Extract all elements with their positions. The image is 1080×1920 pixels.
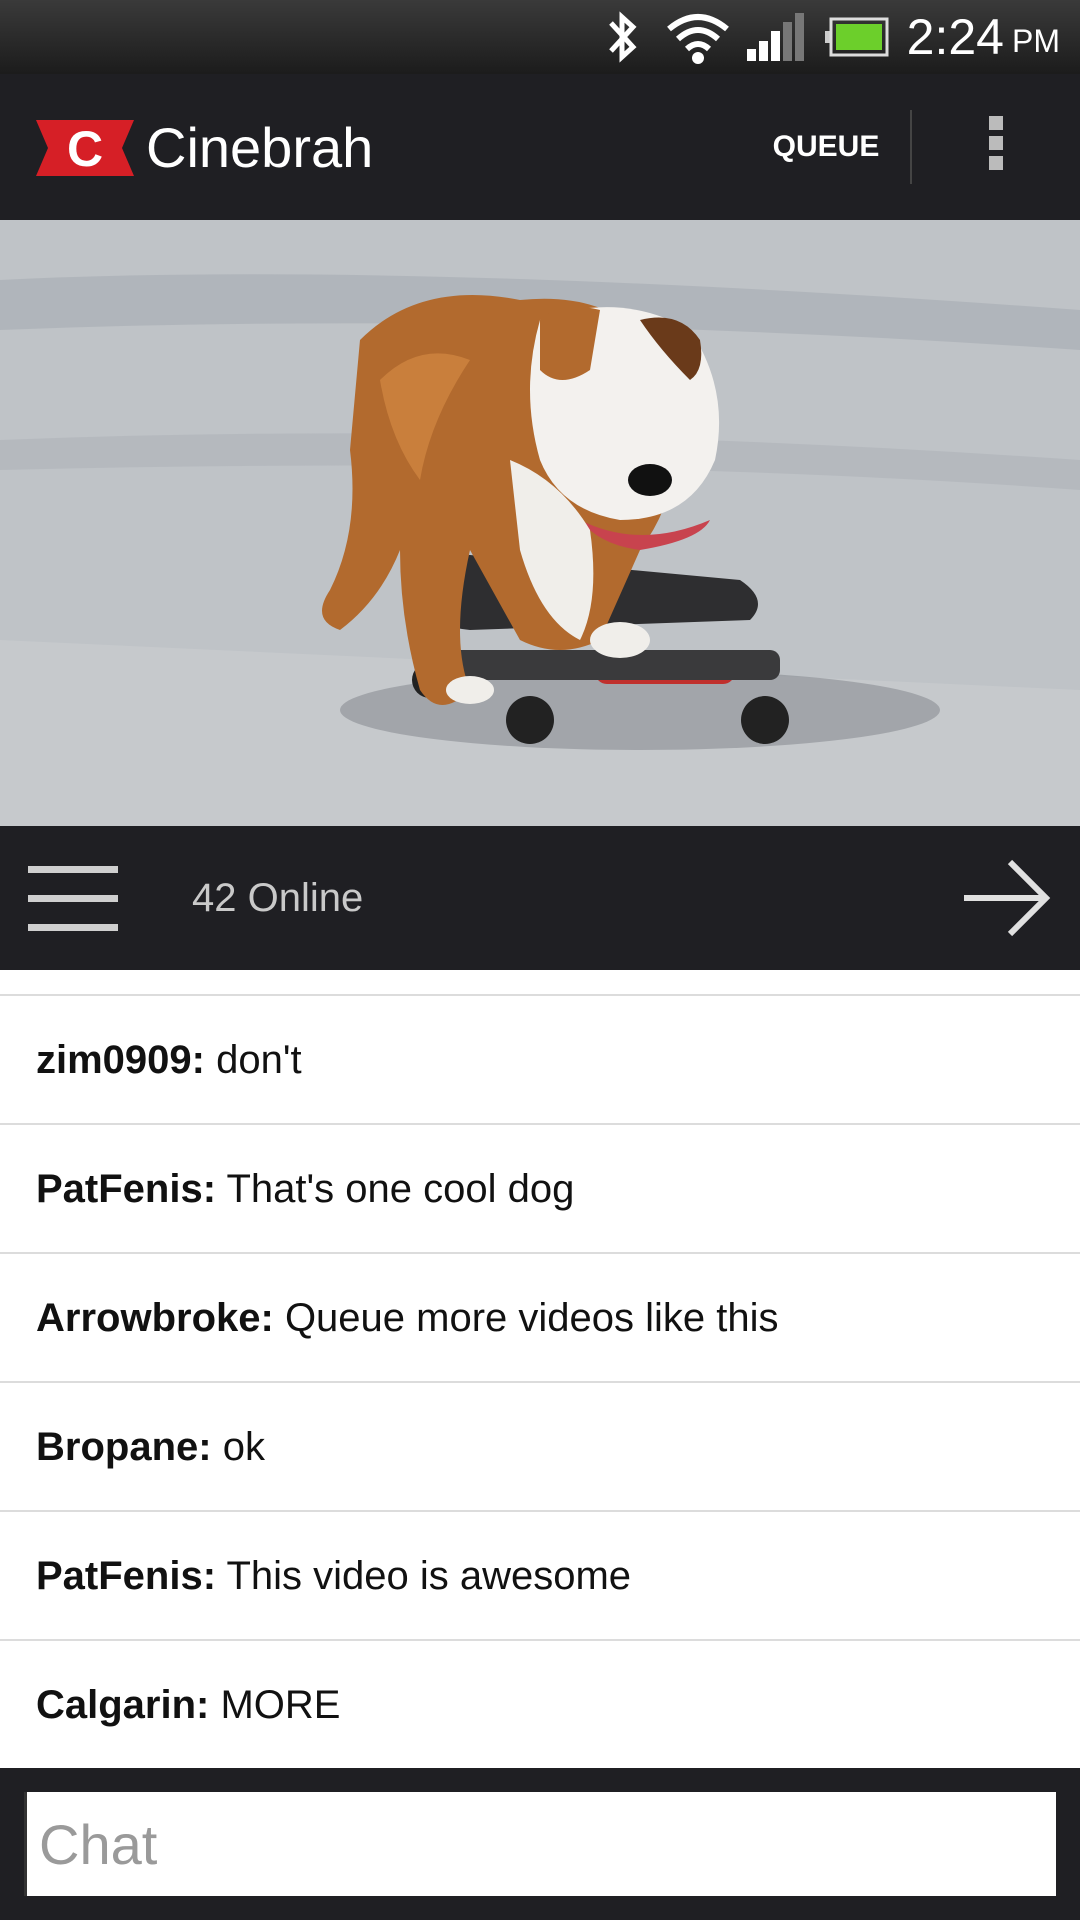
chat-username[interactable]: PatFenis: bbox=[36, 1167, 216, 1211]
chat-message: PatFenis: This video is awesome bbox=[0, 1512, 1080, 1641]
battery-icon bbox=[824, 17, 889, 57]
chat-text: This video is awesome bbox=[226, 1554, 632, 1598]
online-count: 42 Online bbox=[192, 876, 364, 920]
wifi-icon bbox=[666, 14, 729, 64]
chat-username[interactable]: zim0909: bbox=[36, 1038, 205, 1082]
chat-message: Bropane: ok bbox=[0, 1383, 1080, 1512]
chat-text: don't bbox=[216, 1038, 302, 1082]
chat-message-list[interactable]: zim0909: don't PatFenis: That's one cool… bbox=[0, 970, 1080, 1768]
chat-message: PatFenis: That's one cool dog bbox=[0, 1125, 1080, 1254]
overflow-menu-icon[interactable] bbox=[980, 116, 1012, 180]
chat-message: Arrowbroke: Queue more videos like this bbox=[0, 1254, 1080, 1383]
chat-input-bar bbox=[0, 1768, 1080, 1920]
status-icons: 2:24 PM bbox=[603, 0, 1060, 74]
status-bar: 2:24 PM bbox=[0, 0, 1080, 74]
app-title: Cinebrah bbox=[146, 116, 374, 179]
chat-header: 42 Online bbox=[0, 826, 1080, 970]
video-frame bbox=[0, 220, 1080, 826]
chat-username[interactable]: PatFenis: bbox=[36, 1554, 216, 1598]
chat-text: That's one cool dog bbox=[226, 1167, 575, 1211]
chat-username[interactable]: Calgarin: bbox=[36, 1683, 209, 1727]
logo-letter: C bbox=[67, 121, 103, 176]
clock-time: 2:24 bbox=[906, 9, 1004, 65]
chat-username[interactable]: Arrowbroke: bbox=[36, 1296, 274, 1340]
chat-text: ok bbox=[222, 1425, 265, 1469]
chat-input[interactable] bbox=[24, 1792, 1056, 1896]
queue-button[interactable]: QUEUE bbox=[760, 112, 892, 182]
chat-text: Queue more videos like this bbox=[284, 1296, 779, 1340]
chat-text: MORE bbox=[220, 1683, 341, 1727]
bluetooth-icon bbox=[608, 11, 637, 63]
clock-ampm: PM bbox=[1012, 23, 1060, 59]
signal-icon bbox=[746, 13, 804, 61]
cinebrah-logo-icon[interactable]: C bbox=[36, 120, 134, 176]
appbar-divider bbox=[910, 110, 912, 184]
app-bar: C Cinebrah QUEUE bbox=[0, 74, 1080, 220]
video-player[interactable] bbox=[0, 220, 1080, 826]
chat-message: zim0909: don't bbox=[0, 996, 1080, 1125]
hamburger-menu-icon[interactable] bbox=[28, 866, 118, 931]
chat-username[interactable]: Bropane: bbox=[36, 1425, 212, 1469]
arrow-right-icon[interactable] bbox=[960, 856, 1052, 940]
chat-message: Calgarin: MORE bbox=[0, 1641, 1080, 1768]
